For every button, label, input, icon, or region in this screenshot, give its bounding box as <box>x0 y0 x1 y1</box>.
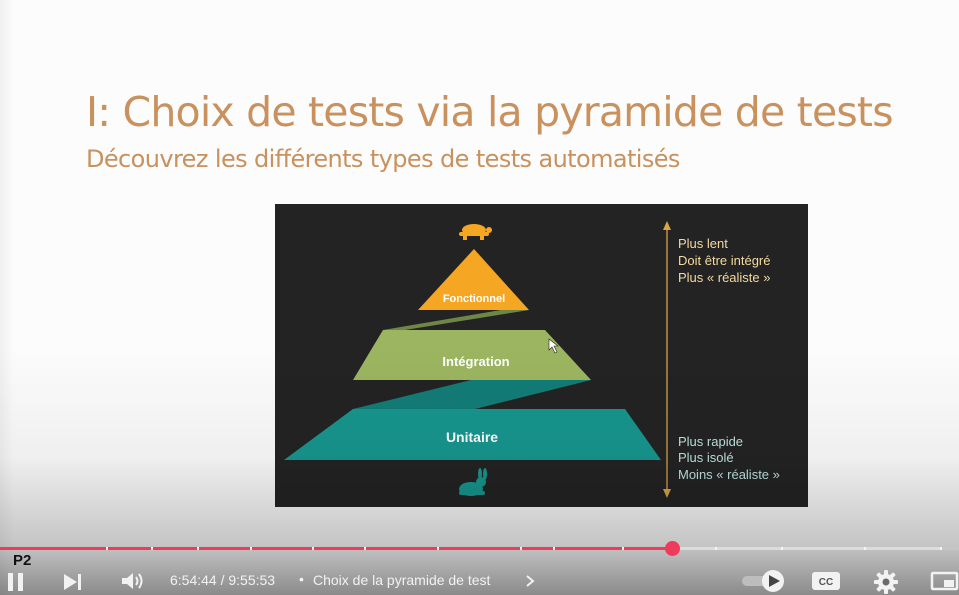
miniplayer-icon <box>930 571 959 591</box>
player-controls: 6:54:44 / 9:55:53 • Choix de la pyramide… <box>0 563 959 595</box>
progress-scrubber-handle[interactable] <box>665 541 680 556</box>
progress-played <box>0 547 672 550</box>
chapter-marker <box>553 547 555 550</box>
chapter-marker <box>250 547 252 550</box>
pyramid-label-top: Fonctionnel <box>443 293 505 305</box>
pyramid-label-middle: Intégration <box>442 354 509 369</box>
turtle-icon <box>459 224 492 240</box>
chevron-right-icon <box>526 575 535 587</box>
chapter-marker <box>622 547 624 550</box>
speed-arrow <box>663 221 671 498</box>
chapter-separator: • <box>299 571 304 587</box>
progress-bar[interactable] <box>0 541 959 556</box>
pyramid-diagram: Fonctionnel Intégration Unitaire Plus le… <box>284 221 780 498</box>
chapter-marker <box>197 547 199 550</box>
chapter-title-button[interactable]: Choix de la pyramide de test <box>313 572 490 588</box>
pyramid-connector-top <box>383 310 529 330</box>
time-display: 6:54:44 / 9:55:53 <box>170 572 276 588</box>
next-button[interactable] <box>62 572 84 592</box>
volume-icon <box>122 573 143 589</box>
settings-button[interactable] <box>873 569 899 595</box>
slide-edge <box>0 0 14 595</box>
autoplay-toggle-icon <box>742 570 784 592</box>
settings-icon <box>874 570 898 594</box>
note-bottom-3: Moins « réaliste » <box>678 467 780 482</box>
note-top-1: Plus lent <box>678 236 728 251</box>
slide-subtitle: Découvrez les différents types de tests … <box>86 145 680 173</box>
note-top-3: Plus « réaliste » <box>678 270 771 285</box>
pause-button[interactable] <box>5 571 27 593</box>
next-icon <box>64 574 81 590</box>
pause-icon <box>8 573 23 591</box>
test-pyramid-figure: Fonctionnel Intégration Unitaire Plus le… <box>275 204 808 507</box>
chapter-marker <box>151 547 153 550</box>
chapter-marker <box>715 547 717 550</box>
miniplayer-button[interactable] <box>930 571 959 591</box>
chapter-marker <box>940 547 942 550</box>
rabbit-icon <box>459 468 487 496</box>
svg-text:CC: CC <box>819 577 833 588</box>
chapter-marker <box>781 547 783 550</box>
chapter-chevron[interactable] <box>524 574 536 588</box>
pyramid-connector-bottom <box>353 380 591 409</box>
chapter-marker <box>864 547 866 550</box>
chapter-marker <box>437 547 439 550</box>
chapter-marker <box>520 547 522 550</box>
note-top-2: Doit être intégré <box>678 253 771 268</box>
chapter-marker <box>106 547 108 550</box>
autoplay-toggle[interactable] <box>740 569 788 593</box>
note-bottom-2: Plus isolé <box>678 450 734 465</box>
note-bottom-1: Plus rapide <box>678 434 743 449</box>
chapter-marker <box>312 547 314 550</box>
volume-button[interactable] <box>120 570 146 592</box>
slide-title: I: Choix de tests via la pyramide de tes… <box>86 88 894 136</box>
chapter-marker <box>364 547 366 550</box>
video-frame[interactable]: I: Choix de tests via la pyramide de tes… <box>0 0 959 595</box>
pyramid-label-bottom: Unitaire <box>446 429 498 445</box>
captions-button[interactable]: CC <box>811 571 841 591</box>
captions-icon: CC <box>812 572 840 590</box>
